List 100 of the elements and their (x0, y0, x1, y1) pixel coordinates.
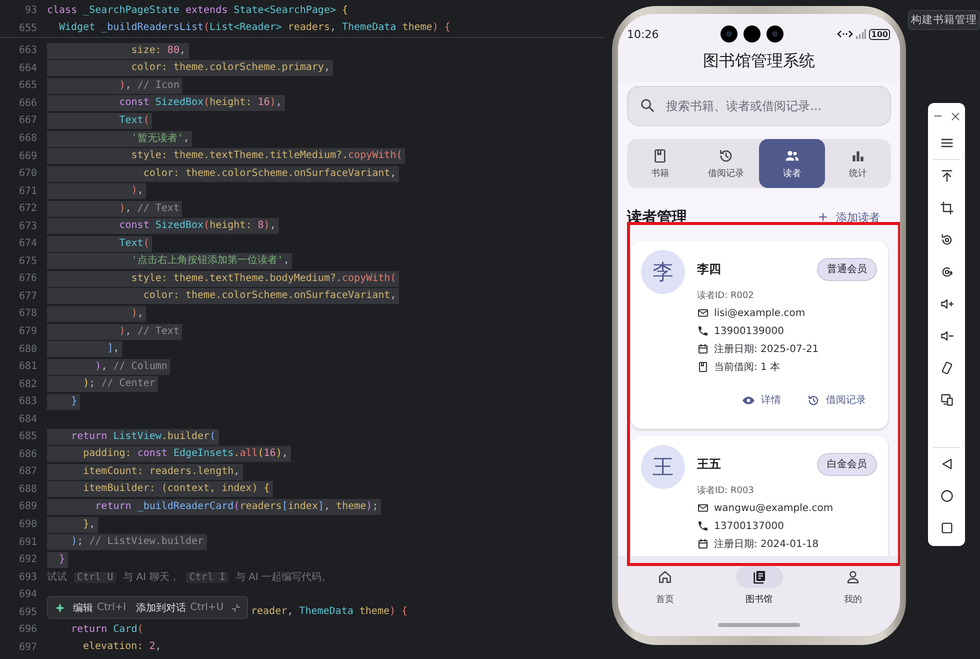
line-number: 687 (18, 466, 37, 478)
line-number: 678 (18, 308, 37, 320)
line-number: 673 (18, 220, 37, 232)
data-transfer-icon (837, 29, 854, 39)
mail-icon (697, 307, 709, 319)
reader-card[interactable]: 李 李四 普通会员 读者ID: R002 lisi@example.com 13900139000 注册日期: 2025-07-21 当前借阅: 1 本 详情 借阅记录 (631, 241, 888, 429)
reader-name: 李四 (697, 260, 721, 278)
code-line: class _SearchPageState extends State<SearchPage> { (47, 4, 350, 18)
reader-id: 读者ID: R003 (697, 484, 755, 498)
rotate-icon[interactable] (940, 265, 954, 279)
camera-cutout-drawing (718, 24, 786, 44)
home-circle-icon[interactable] (940, 489, 954, 503)
line-number: 695 (18, 606, 37, 618)
line-number: 682 (18, 378, 37, 390)
calendar-icon (697, 343, 709, 355)
tab[interactable]: 书籍 (627, 139, 693, 188)
line-number: 667 (18, 115, 37, 126)
menu-icon[interactable] (940, 136, 954, 150)
person-icon (845, 569, 861, 585)
reader-name: 王五 (697, 456, 721, 472)
membership-badge: 白金会员 (817, 452, 877, 476)
reader-detail: 注册日期: 2025-07-21 (714, 342, 819, 356)
devices-icon[interactable] (940, 393, 954, 407)
line-number: 668 (18, 133, 37, 144)
line-number: 664 (18, 62, 37, 74)
phone-icon (697, 325, 709, 337)
line-number: 677 (18, 290, 37, 302)
search-field[interactable]: 搜索书籍、读者或借阅记录... (627, 86, 891, 126)
tab[interactable]: 读者 (759, 139, 825, 188)
hint-text: 试试 (47, 570, 67, 584)
line-number: 674 (18, 238, 37, 250)
card-action-button[interactable]: 详情 (742, 388, 781, 412)
back-icon[interactable] (940, 457, 954, 471)
line-number: 663 (18, 45, 37, 56)
line-number: 670 (18, 168, 37, 180)
inline-action-button[interactable]: 编辑 Ctrl+I (70, 600, 130, 614)
rotate-device-icon[interactable] (940, 361, 954, 375)
volume-up-icon[interactable] (940, 297, 954, 311)
shortcut-key: Ctrl U (74, 572, 116, 583)
window-tab[interactable]: 构建书籍管理 (908, 10, 980, 30)
line-number: 688 (18, 484, 37, 495)
nav-item[interactable]: 首页 (618, 566, 712, 606)
line-number: 675 (18, 256, 37, 267)
line-number: 655 (18, 22, 37, 34)
signal-icon (856, 29, 866, 39)
tab[interactable]: 借阅记录 (693, 139, 759, 188)
close-icon[interactable] (950, 112, 960, 120)
reader-detail: lisi@example.com (714, 308, 806, 318)
reader-id: 读者ID: R002 (697, 290, 755, 303)
line-number: 93 (24, 5, 37, 16)
line-number: 696 (18, 624, 37, 636)
sparkle-icon (54, 602, 66, 614)
reader-card[interactable]: 王 王五 白金会员 读者ID: R003 wangwu@example.com 13700137000 注册日期: 2024-01-18 (631, 436, 888, 556)
nav-item[interactable]: 图书馆 (712, 566, 806, 606)
upload-icon[interactable] (940, 169, 954, 183)
recents-icon[interactable] (940, 521, 954, 535)
line-number: 672 (18, 203, 37, 214)
search-icon (639, 97, 656, 114)
reader-detail: 当前借阅: 1 本 (714, 360, 780, 374)
line-number: 692 (18, 554, 37, 566)
app-title: 图书馆管理系统 (702, 50, 816, 72)
reader-detail: 注册日期: 2024-01-18 (714, 538, 819, 551)
avatar: 李 (641, 250, 685, 294)
line-number: 679 (18, 326, 37, 338)
line-number: 686 (18, 448, 37, 460)
card-action-button[interactable]: 借阅记录 (807, 388, 866, 412)
line-number: 685 (18, 431, 37, 442)
book-icon (697, 361, 709, 373)
hint-text: 与 AI 聊天， (123, 570, 180, 584)
home-icon (657, 569, 673, 585)
line-number: 671 (18, 186, 37, 197)
line-number: 665 (18, 80, 37, 92)
line-number: 694 (18, 589, 37, 600)
line-number: 676 (18, 273, 37, 284)
line-number: 684 (18, 414, 37, 425)
line-number: 666 (18, 98, 37, 109)
shortcut-key: Ctrl I (186, 572, 228, 583)
plus-icon (817, 211, 829, 223)
phone-icon (697, 520, 709, 532)
collapse-icon[interactable] (230, 602, 241, 612)
line-number: 681 (18, 361, 37, 372)
line-number: 693 (18, 572, 37, 583)
status-time: 10:26 (627, 28, 659, 40)
line-number: 683 (18, 396, 37, 408)
inline-action-button[interactable]: 添加到对话 Ctrl+U (133, 600, 227, 614)
code-line: reader, ThemeData theme) { (251, 605, 409, 620)
nav-item[interactable]: 我的 (806, 566, 900, 606)
reader-detail: wangwu@example.com (714, 502, 834, 514)
add-reader-button[interactable]: 添加读者 (817, 210, 880, 224)
tab[interactable]: 统计 (825, 139, 891, 188)
library-icon (751, 569, 767, 585)
hint-text: 与 AI 一起编写代码。 (235, 570, 332, 584)
code-line: elevation: 2, (83, 640, 162, 654)
code-line: Widget _buildReadersList(List<Reader> readers, ThemeData theme) { (59, 21, 452, 36)
calendar-icon (697, 538, 709, 550)
battery-indicator: 100 (869, 28, 890, 40)
crop-icon[interactable] (940, 201, 954, 215)
volume-down-icon[interactable] (940, 329, 954, 343)
rotate-icon[interactable] (940, 233, 954, 247)
line-number: 691 (18, 536, 37, 548)
